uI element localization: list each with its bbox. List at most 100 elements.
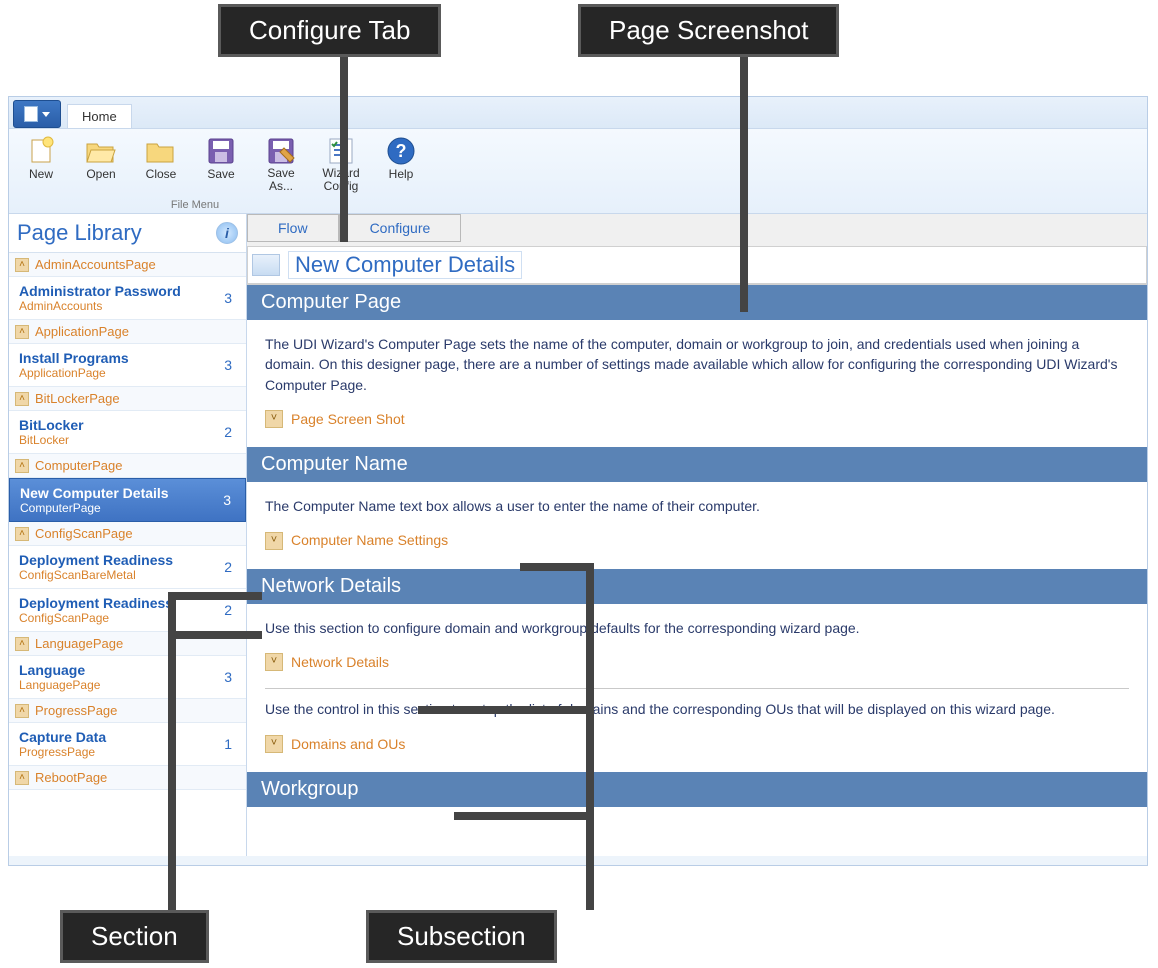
callout-section: Section (60, 910, 209, 963)
ribbon-label: Save As... (255, 167, 307, 192)
library-item-subtitle: ApplicationPage (19, 366, 129, 380)
library-item-count: 1 (224, 736, 232, 752)
ribbon-save-button[interactable]: Save (195, 135, 247, 197)
ribbon-group-label: File Menu (15, 199, 375, 211)
save-icon (205, 135, 237, 167)
group-header[interactable]: ˄ RebootPage (9, 766, 246, 790)
new-file-icon (25, 135, 57, 167)
section-header: Computer Page (247, 285, 1147, 320)
ribbon-label: Wizard Config (315, 167, 367, 192)
svg-text:?: ? (396, 141, 407, 161)
ribbon-close-button[interactable]: Close (135, 135, 187, 197)
subsection-toggle[interactable]: ˅ Page Screen Shot (265, 409, 1129, 429)
subsection-toggle[interactable]: ˅Computer Name Settings (265, 530, 1129, 550)
library-item[interactable]: LanguageLanguagePage3 (9, 656, 246, 699)
library-item-title: Capture Data (19, 729, 106, 745)
library-item[interactable]: Deployment ReadinessConfigScanBareMetal2 (9, 546, 246, 589)
subsection-toggle[interactable]: ˅ Network Details (265, 652, 1129, 672)
ribbon: New Open Close Save (9, 129, 1147, 214)
library-item-subtitle: AdminAccounts (19, 299, 181, 313)
library-item-subtitle: ProgressPage (19, 745, 106, 759)
library-item[interactable]: BitLockerBitLocker 2 (9, 411, 246, 454)
section-description: Use the control in this section to setup… (265, 699, 1129, 719)
page-icon (252, 254, 280, 276)
group-header[interactable]: ˄ComputerPage (9, 454, 246, 478)
ribbon-new-button[interactable]: New (15, 135, 67, 197)
subsection-label: Network Details (291, 652, 389, 672)
section-header: Network Details (247, 569, 1147, 604)
library-item[interactable]: New Computer DetailsComputerPage3 (9, 478, 246, 522)
section-description: The Computer Name text box allows a user… (265, 496, 1129, 516)
subsection-toggle[interactable]: ˅Domains and OUs (265, 734, 1129, 754)
ribbon-help-button[interactable]: ? Help (375, 135, 427, 197)
library-item-subtitle: LanguagePage (19, 678, 100, 692)
section-body: The UDI Wizard's Computer Page sets the … (247, 320, 1147, 447)
group-header[interactable]: ˄ProgressPage (9, 699, 246, 723)
chevron-up-icon: ˄ (15, 392, 29, 406)
group-header[interactable]: ˄ ConfigScanPage (9, 522, 246, 546)
callout-page-screenshot: Page Screenshot (578, 4, 839, 57)
save-as-icon (265, 135, 297, 167)
ribbon-wizard-config-button[interactable]: Wizard Config (315, 135, 367, 197)
tab-configure[interactable]: Configure (339, 214, 462, 242)
help-icon: ? (385, 135, 417, 167)
ribbon-label: Close (146, 167, 177, 181)
subsection-label: Page Screen Shot (291, 409, 405, 429)
section-description: The UDI Wizard's Computer Page sets the … (265, 334, 1129, 395)
chevron-down-icon: ˅ (265, 410, 283, 428)
chevron-up-icon: ˄ (15, 704, 29, 718)
open-folder-icon (85, 135, 117, 167)
library-item-title: Administrator Password (19, 283, 181, 299)
library-item[interactable]: Deployment ReadinessConfigScanPage2 (9, 589, 246, 632)
ribbon-open-button[interactable]: Open (75, 135, 127, 197)
library-item-subtitle: ConfigScanBareMetal (19, 568, 173, 582)
group-name: BitLockerPage (35, 391, 120, 406)
group-header[interactable]: ˄AdminAccountsPage (9, 253, 246, 277)
group-name: RebootPage (35, 770, 107, 785)
chevron-down-icon: ˅ (265, 653, 283, 671)
dropdown-triangle-icon (42, 112, 50, 117)
library-item-count: 3 (223, 492, 231, 508)
close-folder-icon (145, 135, 177, 167)
chevron-up-icon: ˄ (15, 459, 29, 473)
page-library-list[interactable]: ˄AdminAccountsPageAdministrator Password… (9, 253, 246, 856)
library-item-subtitle: BitLocker (19, 433, 84, 447)
ribbon-saveas-button[interactable]: Save As... (255, 135, 307, 197)
library-item-count: 2 (224, 424, 232, 440)
divider (265, 688, 1129, 689)
main-panel: Flow Configure New Computer Details Comp… (247, 214, 1147, 856)
ribbon-label: New (29, 167, 53, 181)
group-name: LanguagePage (35, 636, 123, 651)
library-item-count: 3 (224, 669, 232, 685)
group-name: ApplicationPage (35, 324, 129, 339)
info-icon[interactable]: i (216, 222, 238, 244)
section-header: Workgroup (247, 772, 1147, 807)
titlebar: Home (9, 97, 1147, 129)
library-item-title: Deployment Readiness (19, 595, 173, 611)
group-name: ConfigScanPage (35, 526, 133, 541)
library-item[interactable]: Install ProgramsApplicationPage3 (9, 344, 246, 387)
sidebar-title: Page Library (17, 220, 142, 246)
details-panel[interactable]: Computer Page The UDI Wizard's Computer P… (247, 284, 1147, 856)
section-body: Use this section to configure domain and… (247, 604, 1147, 772)
library-item-title: Deployment Readiness (19, 552, 173, 568)
app-menu-button[interactable] (13, 100, 61, 128)
library-item-subtitle: ConfigScanPage (19, 611, 173, 625)
library-item[interactable]: Capture DataProgressPage 1 (9, 723, 246, 766)
library-item-title: BitLocker (19, 417, 84, 433)
section-body: The Computer Name text box allows a user… (247, 482, 1147, 569)
page-title: New Computer Details (288, 251, 522, 279)
group-name: AdminAccountsPage (35, 257, 156, 272)
chevron-up-icon: ˄ (15, 527, 29, 541)
library-item[interactable]: Administrator PasswordAdminAccounts3 (9, 277, 246, 320)
tab-home[interactable]: Home (67, 104, 132, 128)
wizard-config-icon (325, 135, 357, 167)
group-header[interactable]: ˄ApplicationPage (9, 320, 246, 344)
callout-configure-tab: Configure Tab (218, 4, 441, 57)
tab-flow[interactable]: Flow (247, 214, 339, 242)
group-header[interactable]: ˄ BitLockerPage (9, 387, 246, 411)
group-header[interactable]: ˄LanguagePage (9, 632, 246, 656)
ribbon-label: Help (389, 167, 414, 181)
chevron-down-icon: ˅ (265, 532, 283, 550)
chevron-up-icon: ˄ (15, 771, 29, 785)
